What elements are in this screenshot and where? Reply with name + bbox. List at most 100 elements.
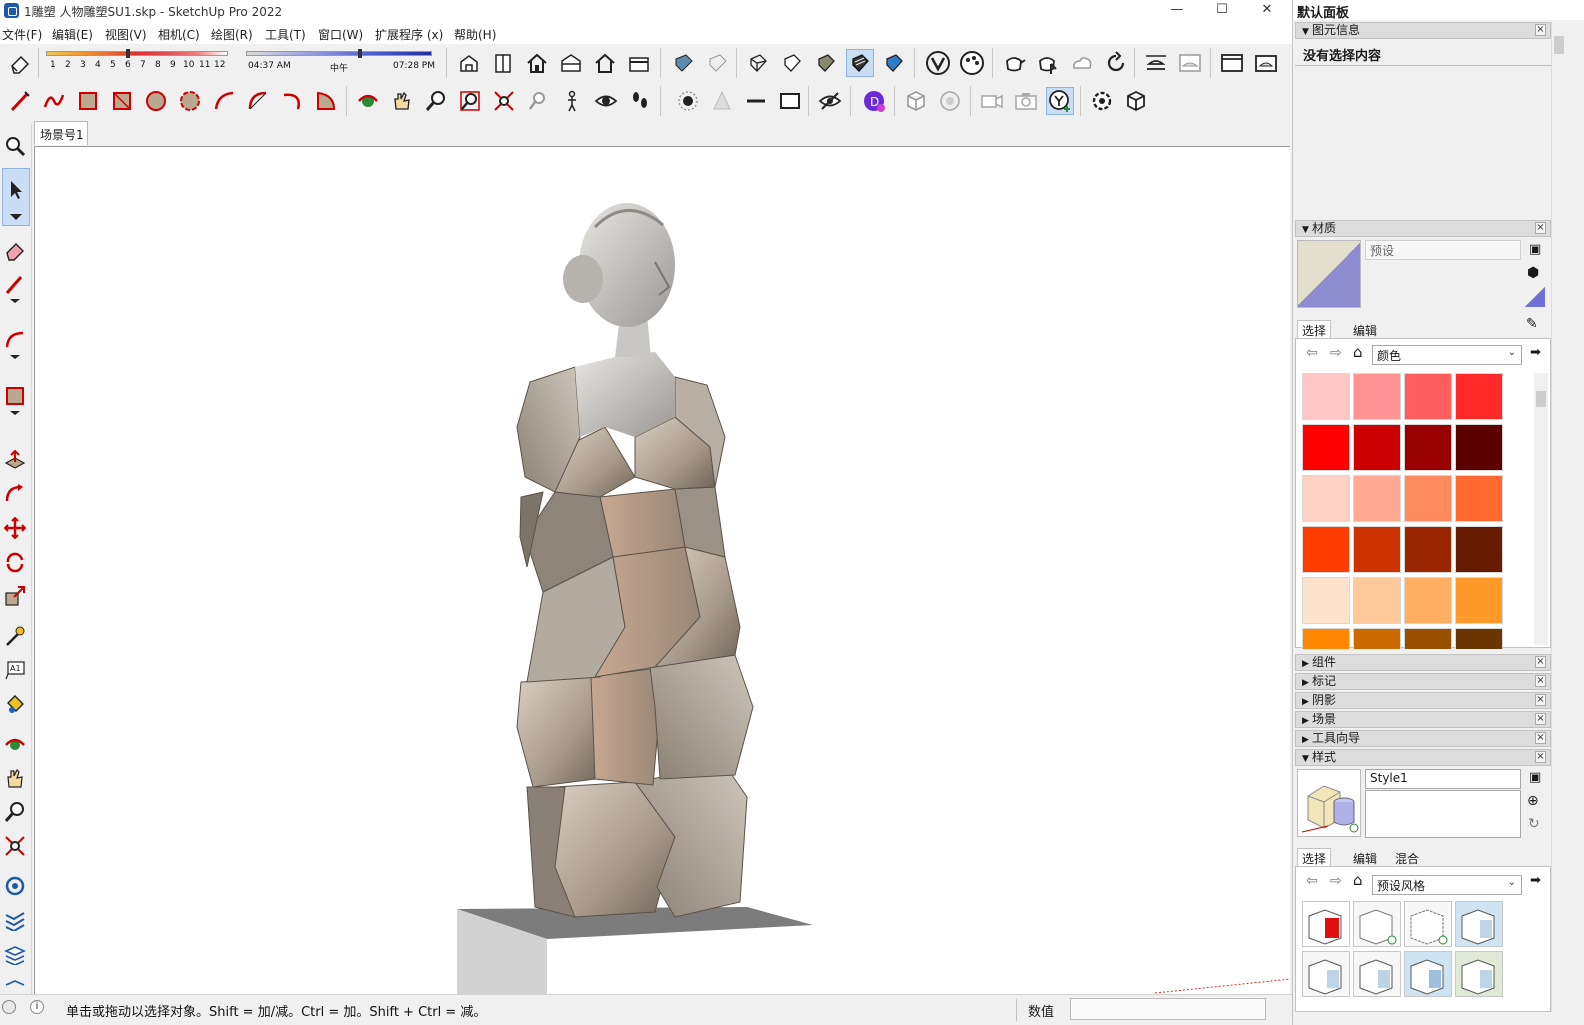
walk-tool-icon[interactable] xyxy=(626,87,654,115)
rotate-tool-icon[interactable] xyxy=(1,548,29,576)
color-swatch[interactable] xyxy=(1353,628,1401,649)
forward-arrow-icon[interactable]: ⇨ xyxy=(1330,873,1342,889)
style-collection-select[interactable]: 预设风格 ⌄ xyxy=(1372,875,1522,895)
refresh-render-icon[interactable] xyxy=(1102,49,1130,77)
color-swatch[interactable] xyxy=(1302,526,1350,573)
menu-extensions[interactable]: 扩展程序 (x) xyxy=(375,26,443,43)
interactive-render-icon[interactable] xyxy=(1034,49,1062,77)
style-name-field[interactable]: Style1 xyxy=(1365,769,1521,789)
close-tray-icon[interactable]: × xyxy=(1535,732,1546,744)
info-icon[interactable]: i xyxy=(30,1000,44,1014)
materials-tray-header[interactable]: ▼ 材质 × xyxy=(1295,220,1551,237)
tape-measure-icon[interactable] xyxy=(1,622,29,650)
eraser-left-icon[interactable] xyxy=(1,236,29,264)
cloud-render-icon[interactable] xyxy=(1068,49,1096,77)
instructor-tray-header[interactable]: ▶ 工具向导 × xyxy=(1295,730,1551,747)
back-view-icon[interactable] xyxy=(591,49,619,77)
color-swatch[interactable] xyxy=(1455,373,1503,420)
update-style-icon[interactable]: ↻ xyxy=(1528,816,1540,832)
push-pull-icon[interactable] xyxy=(1,446,29,474)
camera-photo-icon[interactable] xyxy=(1012,87,1040,115)
orbit-tool-icon[interactable] xyxy=(354,87,382,115)
point-light-icon[interactable] xyxy=(674,87,702,115)
asset-editor-icon[interactable] xyxy=(958,49,986,77)
menu-file[interactable]: 文件(F) xyxy=(2,26,42,43)
color-swatch[interactable] xyxy=(1404,424,1452,471)
menu-window[interactable]: 窗口(W) xyxy=(318,26,363,43)
scale-tool-icon[interactable] xyxy=(1,582,29,610)
back-arrow-icon[interactable]: ⇦ xyxy=(1306,345,1318,361)
tab-styles-mix[interactable]: 混合 xyxy=(1391,849,1423,867)
line-tool-icon[interactable] xyxy=(6,87,34,115)
home-icon[interactable]: ⌂ xyxy=(1353,343,1363,361)
proxy-export-icon[interactable] xyxy=(902,87,930,115)
shaded-style-icon[interactable] xyxy=(812,49,840,77)
tab-styles-edit[interactable]: 编辑 xyxy=(1349,849,1381,867)
details-arrow-icon[interactable]: ➡ xyxy=(1530,873,1541,888)
three-point-arc-icon[interactable] xyxy=(278,87,306,115)
line-light-icon[interactable] xyxy=(742,87,770,115)
proxy-sphere-icon[interactable] xyxy=(936,87,964,115)
forward-arrow-icon[interactable]: ⇨ xyxy=(1330,345,1342,361)
menu-view[interactable]: 视图(V) xyxy=(105,26,147,43)
two-point-arc-icon[interactable] xyxy=(244,87,272,115)
geo-location-icon[interactable] xyxy=(2,1000,16,1014)
color-swatch[interactable] xyxy=(1404,526,1452,573)
menu-edit[interactable]: 编辑(E) xyxy=(52,26,93,43)
rotated-rectangle-icon[interactable] xyxy=(108,87,136,115)
close-tray-icon[interactable]: × xyxy=(1535,751,1546,763)
back-arrow-icon[interactable]: ⇦ xyxy=(1306,873,1318,889)
position-camera-icon[interactable] xyxy=(558,87,586,115)
chaos-cloud-icon[interactable]: D xyxy=(860,87,888,115)
minimize-button[interactable]: — xyxy=(1154,0,1200,22)
shaded-textures-style-icon[interactable] xyxy=(846,49,874,77)
follow-me-icon[interactable] xyxy=(1,480,29,508)
arc-left-icon[interactable] xyxy=(1,330,29,359)
rect-light-icon[interactable] xyxy=(776,87,804,115)
settings-gear-icon[interactable] xyxy=(1088,87,1116,115)
close-tray-icon[interactable]: × xyxy=(1535,713,1546,725)
hide-visibility-icon[interactable] xyxy=(816,87,844,115)
pencil-left-icon[interactable] xyxy=(1,274,29,303)
create-style-icon[interactable]: ⊕ xyxy=(1527,793,1539,809)
color-swatch[interactable] xyxy=(1353,526,1401,573)
wireframe-style-icon[interactable] xyxy=(744,49,772,77)
right-view-icon[interactable] xyxy=(557,49,585,77)
front-view-icon[interactable] xyxy=(523,49,551,77)
scenes-tray-header[interactable]: ▶ 场景 × xyxy=(1295,711,1551,728)
scene-cube-icon[interactable] xyxy=(1122,87,1150,115)
style-thumb[interactable] xyxy=(1302,951,1350,997)
components-tray-header[interactable]: ▶ 组件 × xyxy=(1295,654,1551,671)
material-collection-select[interactable]: 颜色 ⌄ xyxy=(1372,345,1522,365)
close-button[interactable]: ✕ xyxy=(1244,0,1290,22)
month-slider[interactable] xyxy=(46,49,228,58)
color-swatch[interactable] xyxy=(1455,424,1503,471)
color-swatch[interactable] xyxy=(1353,373,1401,420)
zoom-left-icon[interactable] xyxy=(1,132,29,160)
light-gen-icon[interactable] xyxy=(1046,87,1074,115)
zoom-left2-icon[interactable] xyxy=(1,798,29,826)
vfb-window-icon[interactable] xyxy=(1218,49,1246,77)
scene-tab[interactable]: 场景号1 xyxy=(34,121,88,145)
default-material-icon[interactable] xyxy=(1525,287,1545,307)
zoom-extents-icon[interactable] xyxy=(490,87,518,115)
color-swatch[interactable] xyxy=(1455,526,1503,573)
pan-tool-icon[interactable] xyxy=(388,87,416,115)
orbit-left-icon[interactable] xyxy=(1,730,29,758)
color-swatch[interactable] xyxy=(1404,475,1452,522)
style-thumb[interactable] xyxy=(1353,951,1401,997)
top-view-icon[interactable] xyxy=(489,49,517,77)
zoom-tool-icon[interactable] xyxy=(422,87,450,115)
previous-view-icon[interactable] xyxy=(524,87,552,115)
style-description-field[interactable] xyxy=(1365,790,1521,838)
select-tool-button[interactable] xyxy=(2,168,30,226)
time-slider[interactable] xyxy=(246,49,432,58)
style-thumb[interactable] xyxy=(1455,901,1503,947)
tab-materials-select[interactable]: 选择 xyxy=(1297,320,1332,338)
close-tray-icon[interactable]: × xyxy=(1535,24,1546,36)
layout-stack-icon[interactable] xyxy=(1,940,29,968)
color-swatch[interactable] xyxy=(1455,475,1503,522)
panel-scrollbar[interactable] xyxy=(1551,22,1565,1012)
color-swatch[interactable] xyxy=(1302,628,1350,649)
color-swatch[interactable] xyxy=(1353,475,1401,522)
